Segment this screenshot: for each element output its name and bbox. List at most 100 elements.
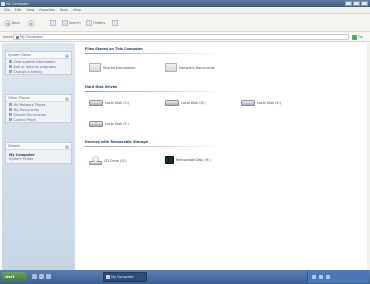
folders-button[interactable]: Folders xyxy=(86,19,105,27)
back-label: Back xyxy=(12,21,21,25)
computer-icon xyxy=(1,1,5,6)
system-tasks-panel: System Tasks ▴ View system information A… xyxy=(5,51,72,75)
address-bar: Address My Computer Go xyxy=(0,32,370,42)
chevron-up-icon[interactable]: ▴ xyxy=(65,96,69,101)
hard-drive-icon xyxy=(165,100,179,106)
toolbar: ◀ Back ▶ Search Folders xyxy=(0,14,370,32)
hard-drive-icon xyxy=(89,100,103,106)
minimize-button[interactable] xyxy=(345,1,352,6)
group-divider xyxy=(85,53,225,54)
views-button[interactable] xyxy=(112,19,119,27)
title-bar: My Computer xyxy=(0,0,370,7)
folder-icon xyxy=(9,108,12,111)
clock xyxy=(348,274,366,278)
item-label: Local Disk (F:) xyxy=(105,122,129,126)
chevron-up-icon[interactable]: ▴ xyxy=(65,53,69,58)
folder-up-icon xyxy=(50,20,56,26)
place-control-panel[interactable]: Control Panel xyxy=(6,117,71,122)
go-label: Go xyxy=(358,35,363,39)
place-label: Control Panel xyxy=(13,117,36,122)
other-places-header[interactable]: Other Places ▴ xyxy=(6,95,71,102)
folders-label: Folders xyxy=(93,21,106,25)
close-button[interactable] xyxy=(361,1,368,6)
content-area: Files Stored on This Computer Shared Doc… xyxy=(77,43,369,270)
menu-bar: File Edit View Favorites Tools Help xyxy=(0,7,370,14)
system-tray xyxy=(307,271,369,283)
item-label: Local Disk (C:) xyxy=(105,101,130,105)
item-label: Sample's Documents xyxy=(179,65,215,70)
folders-icon xyxy=(86,20,92,26)
address-input[interactable]: My Computer xyxy=(13,34,349,40)
menu-help[interactable]: Help xyxy=(73,8,81,12)
folder-item[interactable]: Shared Documents xyxy=(89,63,135,72)
removable-item[interactable]: Removable Disk (H:) xyxy=(165,156,211,164)
quick-launch-icon[interactable] xyxy=(39,274,44,279)
menu-edit[interactable]: Edit xyxy=(15,8,22,12)
network-icon xyxy=(9,103,12,106)
system-tasks-header[interactable]: System Tasks ▴ xyxy=(6,52,71,59)
details-subtitle: System Folder xyxy=(9,157,34,161)
details-panel: Details ▴ My Computer System Folder xyxy=(5,142,72,164)
details-title: My Computer xyxy=(9,153,35,157)
item-label: Local Disk (E:) xyxy=(257,101,282,105)
hard-drive-icon xyxy=(89,121,103,127)
group-heading: Files Stored on This Computer xyxy=(85,47,143,51)
taskbar-window-button[interactable]: My Computer xyxy=(103,272,147,282)
item-label: CD Drive (G:) xyxy=(104,158,127,163)
task-label: Add or remove programs xyxy=(13,64,56,69)
item-label: Removable Disk (H:) xyxy=(176,158,211,162)
maximize-button[interactable] xyxy=(353,1,360,6)
search-label: Search xyxy=(69,21,81,25)
task-label: View system information xyxy=(13,59,56,64)
chevron-up-icon[interactable]: ▴ xyxy=(65,144,69,149)
views-icon xyxy=(112,20,118,26)
place-label: My Network Places xyxy=(13,102,46,107)
forward-arrow-icon: ▶ xyxy=(28,19,35,27)
address-value: My Computer xyxy=(20,35,43,39)
menu-view[interactable]: View xyxy=(26,8,34,12)
menu-file[interactable]: File xyxy=(4,8,10,12)
search-button[interactable]: Search xyxy=(62,19,81,27)
start-button[interactable]: start xyxy=(2,272,27,282)
place-label: My Documents xyxy=(13,107,39,112)
go-button[interactable]: Go xyxy=(352,34,363,40)
tray-icon[interactable] xyxy=(319,275,323,279)
info-icon xyxy=(9,60,12,63)
programs-icon xyxy=(9,65,12,68)
other-places-heading: Other Places xyxy=(8,96,30,100)
window-title: My Computer xyxy=(6,1,29,6)
group-divider xyxy=(85,146,225,147)
system-tasks-heading: System Tasks xyxy=(8,53,31,57)
removable-disk-icon xyxy=(165,156,174,164)
back-button[interactable]: ◀ Back xyxy=(4,19,20,27)
drive-item[interactable]: Local Disk (E:) xyxy=(241,100,281,106)
removable-item[interactable]: CD Drive (G:) xyxy=(89,156,127,165)
forward-button[interactable]: ▶ xyxy=(28,19,36,27)
control-panel-icon xyxy=(9,118,12,121)
group-heading: Hard Disk Drives xyxy=(85,85,118,89)
menu-tools[interactable]: Tools xyxy=(60,8,68,12)
drive-item[interactable]: Local Disk (F:) xyxy=(89,121,129,127)
search-icon xyxy=(62,20,68,26)
group-divider xyxy=(85,91,225,92)
back-arrow-icon: ◀ xyxy=(4,19,11,27)
cd-drive-icon xyxy=(89,156,102,165)
task-change-setting[interactable]: Change a setting xyxy=(6,69,71,74)
other-places-panel: Other Places ▴ My Network Places My Docu… xyxy=(5,94,72,123)
quick-launch-icon[interactable] xyxy=(32,274,37,279)
drive-item[interactable]: Local Disk (C:) xyxy=(89,100,129,106)
folder-item[interactable]: Sample's Documents xyxy=(165,63,215,72)
up-button[interactable] xyxy=(50,19,56,27)
tray-icon[interactable] xyxy=(326,275,330,279)
computer-icon xyxy=(106,275,110,279)
hard-drive-icon xyxy=(241,100,255,106)
details-header[interactable]: Details ▴ xyxy=(6,143,71,150)
drive-item[interactable]: Local Disk (D:) xyxy=(165,100,206,106)
details-heading: Details xyxy=(8,144,20,148)
tray-icon[interactable] xyxy=(312,275,316,279)
go-arrow-icon xyxy=(352,34,357,40)
menu-favorites[interactable]: Favorites xyxy=(39,8,54,12)
folder-icon xyxy=(165,63,177,72)
quick-launch-icon[interactable] xyxy=(46,274,51,279)
place-label: Shared Documents xyxy=(13,112,46,117)
